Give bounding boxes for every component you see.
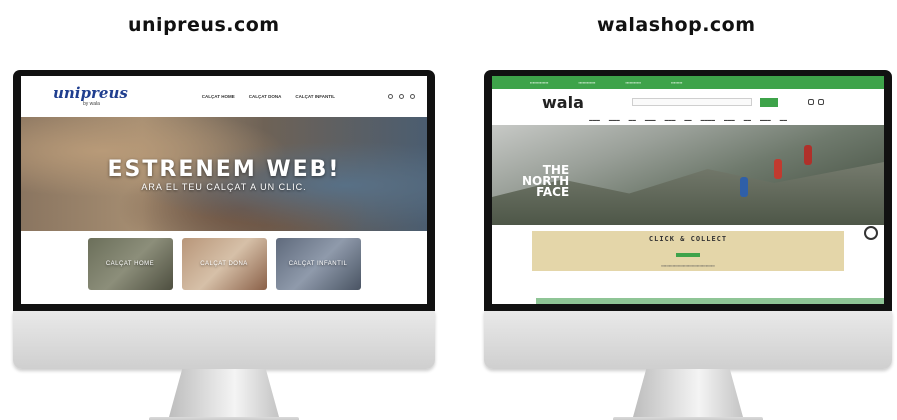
walashop-site-title: walashop.com	[597, 14, 756, 36]
nav-item[interactable]: ▬▬▬	[665, 118, 676, 122]
walashop-screen: ▪▪▪▪▪▪▪▪▪▪▪▪▪ ▪▪▪▪▪▪▪▪▪▪▪▪ ▪▪▪▪▪▪▪▪▪▪▪ ▪…	[492, 76, 884, 304]
unipreus-logo[interactable]: unipreus by wala	[53, 84, 128, 108]
monitor-unipreus: unipreus by wala CALÇAT HOME CALÇAT DONA…	[13, 70, 435, 420]
facebook-icon[interactable]	[399, 94, 404, 99]
info-strip	[536, 298, 884, 304]
monitor-bezel: unipreus by wala CALÇAT HOME CALÇAT DONA…	[13, 70, 435, 311]
category-label: CALÇAT INFANTIL	[288, 261, 348, 267]
pinterest-icon[interactable]	[410, 94, 415, 99]
brand-line: FACE	[536, 185, 570, 199]
monitor-chin	[13, 311, 435, 369]
promo-item: ▪▪▪▪▪▪▪▪▪▪▪	[625, 80, 642, 85]
promo-item: ▪▪▪▪▪▪▪▪	[671, 80, 683, 85]
search-input[interactable]	[631, 98, 752, 106]
nav-item[interactable]: ▬▬▬	[724, 118, 735, 122]
monitor-stand	[169, 369, 279, 417]
unipreus-hero-banner: ESTRENEM WEB! ARA EL TEU CALÇAT A UN CLI…	[21, 117, 427, 231]
nav-item[interactable]: ▬▬▬▬	[701, 118, 715, 122]
category-card-home[interactable]: CALÇAT HOME	[87, 238, 173, 290]
click-collect-text: ▪▪▪▪▪▪▪▪▪▪▪▪▪▪▪▪▪▪▪▪▪▪▪▪▪▪▪▪▪▪▪▪▪▪▪▪▪▪▪▪…	[661, 264, 715, 268]
user-icon[interactable]	[807, 99, 814, 105]
nav-calcat-home[interactable]: CALÇAT HOME	[202, 94, 235, 99]
monitor-walashop: ▪▪▪▪▪▪▪▪▪▪▪▪▪ ▪▪▪▪▪▪▪▪▪▪▪▪ ▪▪▪▪▪▪▪▪▪▪▪ ▪…	[484, 70, 892, 420]
nav-item[interactable]: ▬▬	[629, 118, 636, 122]
social-icons	[388, 94, 415, 99]
promo-item: ▪▪▪▪▪▪▪▪▪▪▪▪▪	[530, 80, 549, 85]
click-collect-banner[interactable]: CLICK & COLLECT ▪▪▪▪▪▪▪▪▪▪▪▪▪▪▪▪▪▪▪▪▪▪▪▪…	[532, 231, 844, 271]
cart-icon[interactable]	[817, 99, 824, 105]
monitor-chin	[484, 311, 892, 369]
category-cards: CALÇAT HOME CALÇAT DONA CALÇAT INFANTIL	[21, 231, 427, 290]
unipreus-screen: unipreus by wala CALÇAT HOME CALÇAT DONA…	[21, 76, 427, 304]
wala-hero-banner[interactable]: THE NORTH FACE	[492, 125, 884, 225]
hero-subtitle: ARA EL TEU CALÇAT A UN CLIC.	[141, 181, 307, 192]
category-label: CALÇAT HOME	[105, 261, 155, 267]
unipreus-site-title: unipreus.com	[128, 14, 280, 36]
nav-item[interactable]: ▬▬▬	[645, 118, 656, 122]
click-collect-title: CLICK & COLLECT	[648, 235, 728, 243]
nav-item[interactable]: ▬▬▬	[609, 118, 620, 122]
wala-header: wala	[492, 89, 884, 115]
nav-item[interactable]: ▬▬	[744, 118, 751, 122]
nav-item[interactable]: ▬▬	[780, 118, 787, 122]
monitor-bezel: ▪▪▪▪▪▪▪▪▪▪▪▪▪ ▪▪▪▪▪▪▪▪▪▪▪▪ ▪▪▪▪▪▪▪▪▪▪▪ ▪…	[484, 70, 892, 311]
hiker-figure	[804, 145, 812, 165]
wala-promo-bar: ▪▪▪▪▪▪▪▪▪▪▪▪▪ ▪▪▪▪▪▪▪▪▪▪▪▪ ▪▪▪▪▪▪▪▪▪▪▪ ▪…	[492, 76, 884, 89]
click-collect-subbar	[676, 253, 700, 257]
category-card-infantil[interactable]: CALÇAT INFANTIL	[275, 238, 361, 290]
nav-item[interactable]: ▬▬	[684, 118, 691, 122]
unipreus-nav: CALÇAT HOME CALÇAT DONA CALÇAT INFANTIL	[202, 94, 335, 99]
trust-badge-icon	[864, 226, 878, 240]
nav-calcat-dona[interactable]: CALÇAT DONA	[249, 94, 282, 99]
monitor-stand	[633, 369, 743, 417]
hiker-figure	[774, 159, 782, 179]
nav-calcat-infantil[interactable]: CALÇAT INFANTIL	[295, 94, 335, 99]
nav-item[interactable]: ▬▬▬	[760, 118, 771, 122]
instagram-icon[interactable]	[388, 94, 393, 99]
header-icons	[807, 99, 824, 105]
hiker-figure	[740, 177, 748, 197]
category-label: CALÇAT DONA	[200, 261, 248, 267]
wala-category-nav: ▬▬▬ ▬▬▬ ▬▬ ▬▬▬ ▬▬▬ ▬▬ ▬▬▬▬ ▬▬▬ ▬▬ ▬▬▬ ▬▬	[492, 115, 884, 125]
search-button[interactable]	[759, 97, 778, 107]
category-card-dona[interactable]: CALÇAT DONA	[181, 238, 267, 290]
wala-logo[interactable]: wala	[542, 93, 584, 112]
the-north-face-logo: THE NORTH FACE	[522, 164, 570, 199]
logo-text: unipreus	[53, 84, 128, 102]
nav-item[interactable]: ▬▬▬	[589, 118, 600, 122]
unipreus-header: unipreus by wala CALÇAT HOME CALÇAT DONA…	[21, 76, 427, 117]
hero-title: ESTRENEM WEB!	[107, 156, 341, 182]
promo-item: ▪▪▪▪▪▪▪▪▪▪▪▪	[578, 80, 596, 85]
